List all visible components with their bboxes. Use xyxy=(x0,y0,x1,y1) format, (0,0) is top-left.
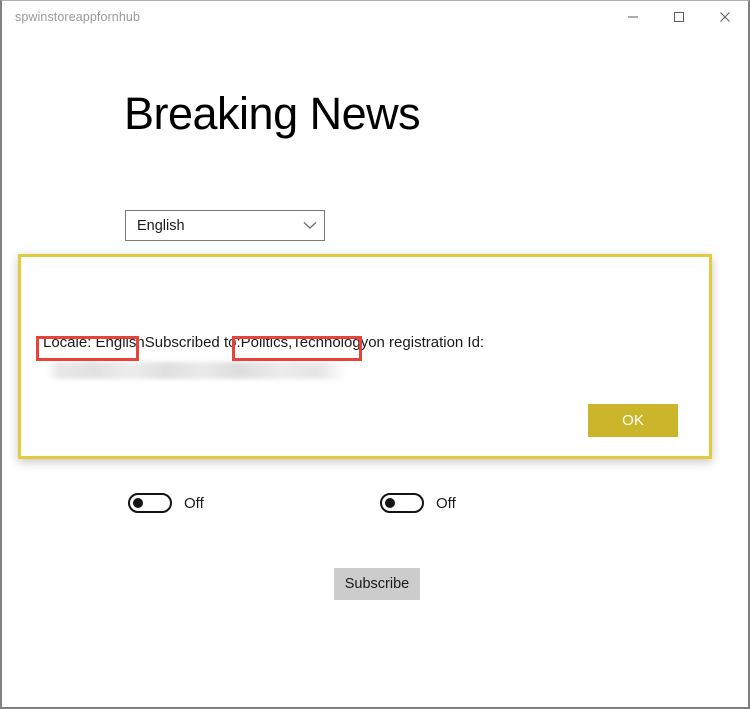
maximize-icon xyxy=(673,11,685,23)
window-controls xyxy=(610,1,748,33)
page-title: Breaking News xyxy=(124,88,421,139)
dialog-message-locale: Locale: English xyxy=(43,334,145,351)
dialog-message-subscribed-label: Subscribed to: xyxy=(144,334,241,351)
dialog-ok-button[interactable]: OK xyxy=(588,404,678,437)
dialog-message: Locale: English Subscribed to: Politics,… xyxy=(43,335,484,350)
dialog-message-topics: Politics,Technology xyxy=(240,334,369,351)
topic-toggle-2-knob xyxy=(385,498,395,508)
topic-toggle-2-label: Off xyxy=(436,494,456,512)
app-window: spwinstoreappfornhub Breaking News Engli… xyxy=(0,0,750,709)
window-title: spwinstoreappfornhub xyxy=(15,10,140,24)
topic-toggle-2-switch[interactable] xyxy=(380,493,424,513)
close-icon xyxy=(719,11,731,23)
dialog-message-registration-tail: on registration Id: xyxy=(368,334,485,351)
locale-select[interactable]: English xyxy=(125,210,325,241)
close-button[interactable] xyxy=(702,1,748,33)
title-bar: spwinstoreappfornhub xyxy=(2,1,748,33)
locale-select-value: English xyxy=(137,217,185,234)
topic-toggle-1-label: Off xyxy=(184,494,204,512)
registration-id-redacted xyxy=(47,362,347,379)
chevron-down-icon xyxy=(296,221,324,230)
topic-toggle-1-knob xyxy=(133,498,143,508)
topic-toggle-1[interactable]: Off xyxy=(128,493,204,513)
minimize-button[interactable] xyxy=(610,1,656,33)
subscribe-button[interactable]: Subscribe xyxy=(334,568,420,600)
subscription-confirmation-dialog: Locale: English Subscribed to: Politics,… xyxy=(18,254,712,459)
minimize-icon xyxy=(627,11,639,23)
maximize-button[interactable] xyxy=(656,1,702,33)
topic-toggle-2[interactable]: Off xyxy=(380,493,456,513)
topic-toggle-1-switch[interactable] xyxy=(128,493,172,513)
